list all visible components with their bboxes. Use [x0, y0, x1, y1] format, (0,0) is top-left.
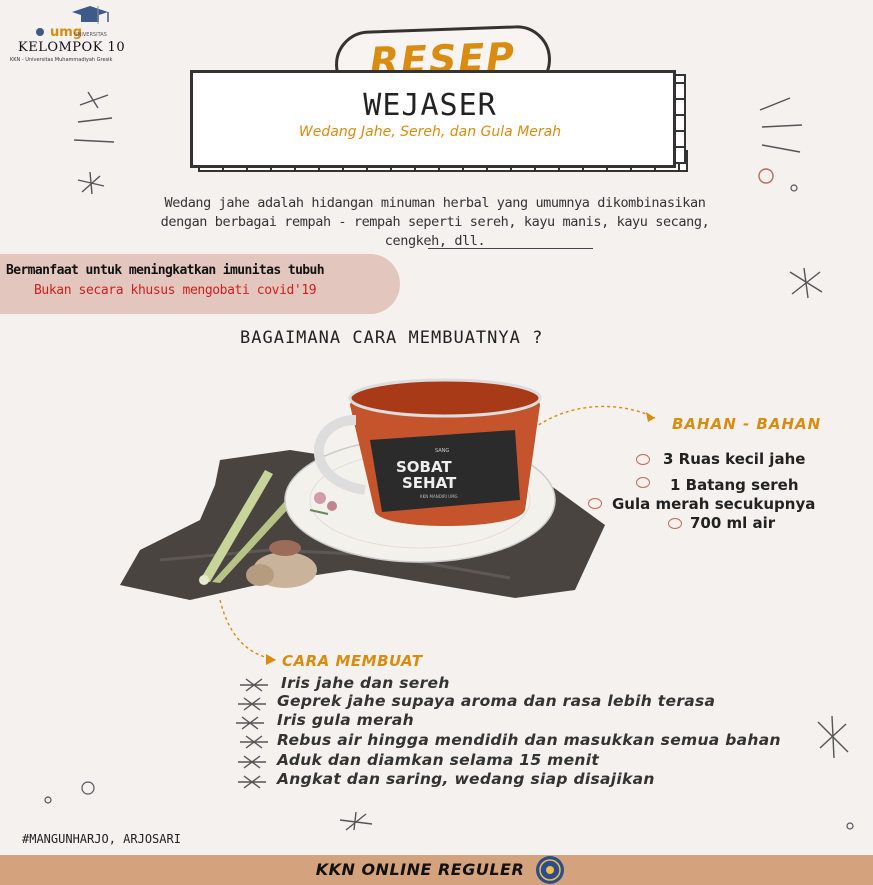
- step-item: Aduk dan diamkan selama 15 menit: [277, 751, 600, 769]
- mug-label-sub: KKN MANDIRI UMG: [420, 494, 458, 499]
- sparkle-lines-right-icon: [759, 97, 803, 153]
- star-icon: [77, 171, 105, 195]
- bullet-circle-icon: [588, 498, 602, 509]
- recipe-subtitle: Wedang Jahe, Sereh, dan Gula Merah: [298, 124, 562, 140]
- step-item: Rebus air hingga mendidih dan masukkan s…: [277, 731, 781, 749]
- ingredients-title: BAHAN - BAHAN: [672, 415, 822, 433]
- wedang-photo: SANG SOBAT SEHAT KKN MANDIRI UMG: [120, 378, 605, 600]
- section-question: BAGAIMANA CARA MEMBUATNYA ?: [240, 328, 544, 348]
- recipe-title: WEJASER: [363, 88, 497, 123]
- star-bullet-icon: [240, 735, 268, 749]
- step-item: Iris gula merah: [277, 711, 414, 729]
- star-bullet-icon: [238, 697, 266, 711]
- star-bullet-icon: [240, 678, 268, 692]
- recipe-description: Wedang jahe adalah hidangan minuman herb…: [160, 195, 710, 249]
- mug-label-top: SANG: [435, 448, 449, 454]
- warning-text: Bukan secara khusus mengobati covid'19: [34, 283, 317, 298]
- benefit-text: Bermanfaat untuk meningkatkan imunitas t…: [6, 263, 325, 278]
- circle-icon: [758, 168, 774, 184]
- star-icon: [339, 811, 373, 831]
- footer-location: #MANGUNHARJO, ARJOSARI: [22, 832, 181, 846]
- star-bullet-icon: [236, 716, 264, 730]
- arrow-to-steps-icon: [219, 599, 277, 661]
- star-bullet-icon: [238, 755, 266, 769]
- mug-label-main: SEHAT: [402, 474, 457, 492]
- circle-icon: [846, 822, 854, 830]
- ingredient-item: 3 Ruas kecil jahe: [663, 450, 806, 468]
- ingredient-item: Gula merah secukupnya: [612, 495, 816, 513]
- steps-title: CARA MEMBUAT: [282, 652, 423, 670]
- footer-program: KKN ONLINE REGULER: [315, 860, 525, 879]
- circle-icon: [81, 781, 95, 795]
- star-icon: [789, 267, 823, 299]
- bullet-circle-icon: [668, 518, 682, 529]
- step-item: Iris jahe dan sereh: [281, 674, 450, 692]
- star-bullet-icon: [238, 775, 266, 789]
- circle-icon: [790, 184, 798, 192]
- mug-label: SANG SOBAT SEHAT KKN MANDIRI UMG: [370, 430, 520, 512]
- ingredient-item: 700 ml air: [690, 514, 776, 532]
- step-item: Angkat dan saring, wedang siap disajikan: [277, 770, 655, 788]
- sparkle-lines-left-icon: [73, 91, 115, 143]
- divider: [428, 248, 593, 249]
- circle-icon: [44, 796, 52, 804]
- ingredient-item: 1 Batang sereh: [670, 476, 799, 494]
- university-seal-icon: [536, 856, 564, 884]
- footer-location-text: MANGUNHARJO, ARJOSARI: [29, 832, 181, 846]
- step-item: Geprek jahe supaya aroma dan rasa lebih …: [277, 692, 716, 710]
- bullet-circle-icon: [636, 477, 650, 488]
- bullet-circle-icon: [636, 454, 650, 465]
- star-icon: [817, 715, 849, 759]
